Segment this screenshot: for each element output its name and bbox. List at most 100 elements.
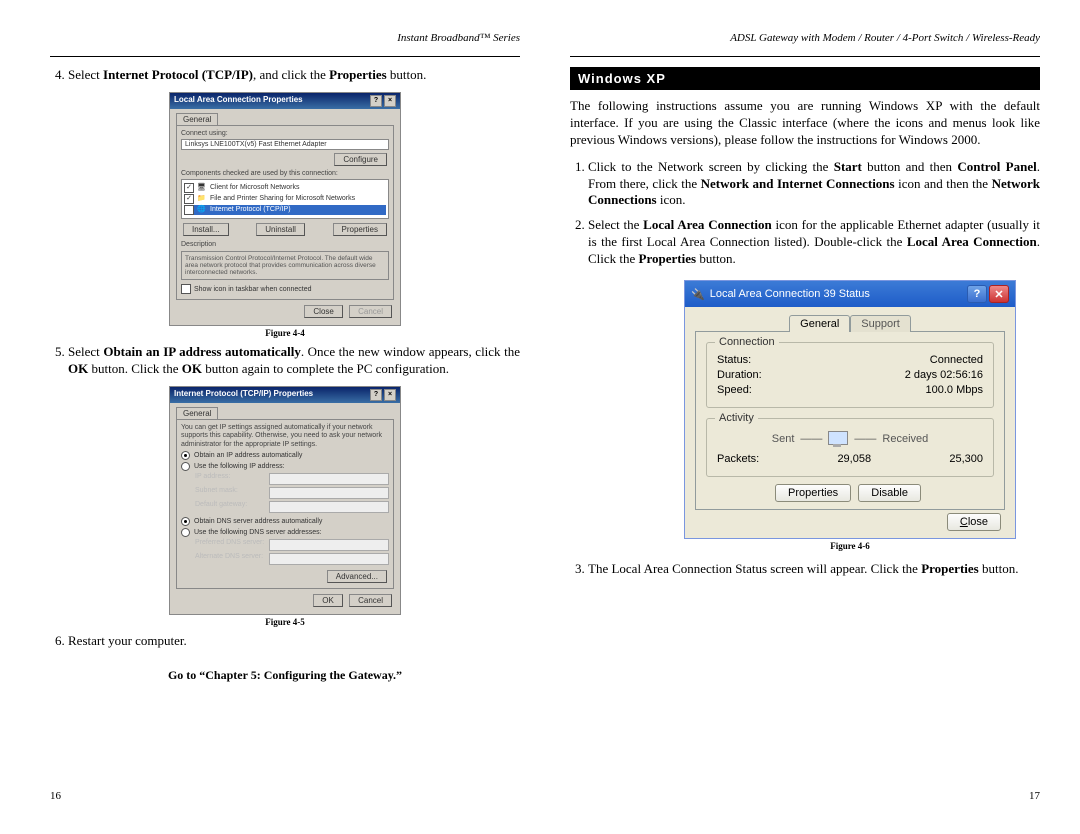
radio-use-ip[interactable]: Use the following IP address: — [181, 462, 389, 471]
t: OK — [68, 361, 88, 376]
steps-right: Click to the Network screen by clicking … — [588, 159, 1040, 268]
t: Start — [834, 159, 862, 174]
properties-button[interactable]: Properties — [775, 484, 851, 502]
field-adapter: Linksys LNE100TX(v5) Fast Ethernet Adapt… — [181, 139, 389, 150]
label-speed: Speed: — [717, 384, 752, 396]
page-number: 17 — [1029, 790, 1040, 802]
label-status: Status: — [717, 354, 751, 366]
t: Select — [68, 67, 103, 82]
t: Use the following IP address: — [194, 463, 285, 470]
t: Select the — [588, 217, 643, 232]
help-icon[interactable]: ? — [370, 389, 382, 401]
t: Internet Protocol (TCP/IP) — [210, 206, 291, 213]
t: button. — [387, 67, 427, 82]
checkbox-fileshare[interactable]: ✓📁File and Printer Sharing for Microsoft… — [184, 194, 386, 204]
cancel-button[interactable]: Cancel — [349, 594, 392, 607]
header-rule — [50, 56, 520, 57]
install-button[interactable]: Install... — [183, 223, 229, 236]
uninstall-button[interactable]: Uninstall — [256, 223, 305, 236]
radio-use-dns[interactable]: Use the following DNS server addresses: — [181, 528, 389, 537]
radio-obtain-ip[interactable]: Obtain an IP address automatically — [181, 451, 389, 460]
t: icon. — [657, 192, 686, 207]
configure-button[interactable]: Configure — [334, 153, 387, 166]
page-number: 16 — [50, 790, 61, 802]
t: , and click the — [253, 67, 329, 82]
t: Properties — [921, 561, 979, 576]
figure-4-4: Local Area Connection Properties ?× Gene… — [50, 92, 520, 338]
checkbox-client[interactable]: ✓🖥Client for Microsoft Networks — [184, 183, 386, 193]
label-subnet: Subnet mask: — [195, 487, 265, 499]
header-right: ADSL Gateway with Modem / Router / 4-Por… — [570, 32, 1040, 46]
input-gateway — [269, 501, 389, 513]
page-left: Instant Broadband™ Series Select Interne… — [50, 32, 520, 802]
close-button[interactable]: Close — [304, 305, 342, 318]
checkbox-tcpip[interactable]: ✓🌐Internet Protocol (TCP/IP) — [184, 205, 386, 215]
label-description: Description — [181, 241, 389, 248]
label-packets: Packets: — [717, 453, 759, 465]
t: button. — [696, 251, 736, 266]
dialog-title: Local Area Connection 39 Status — [710, 288, 870, 300]
label-connect-using: Connect using: — [181, 130, 389, 137]
label-sent: Sent — [772, 433, 795, 445]
group-activity: Activity Sent —— —— Received — [706, 418, 994, 477]
t: Properties — [329, 67, 387, 82]
label-components: Components checked are used by this conn… — [181, 170, 389, 177]
t: File and Printer Sharing for Microsoft N… — [210, 195, 355, 202]
t: . Once the new window appears, click the — [301, 344, 520, 359]
t: button again to complete the PC configur… — [202, 361, 449, 376]
group-connection: Connection Status:Connected Duration:2 d… — [706, 342, 994, 408]
t: Obtain an IP address automatically — [194, 452, 302, 459]
value-status: Connected — [930, 354, 983, 366]
group-title: Connection — [715, 336, 779, 348]
dialog-titlebar: 🔌 Local Area Connection 39 Status ? ✕ — [685, 281, 1015, 307]
tab-general[interactable]: General — [176, 113, 218, 125]
properties-button[interactable]: Properties — [333, 223, 387, 236]
label-received: Received — [882, 433, 928, 445]
dialog-tcpip-properties: Internet Protocol (TCP/IP) Properties ?×… — [169, 386, 401, 615]
label-gateway: Default gateway: — [195, 501, 265, 513]
ok-button[interactable]: OK — [313, 594, 343, 607]
section-heading: Windows XP — [570, 67, 1040, 90]
t: button and then — [862, 159, 957, 174]
close-icon[interactable]: × — [384, 95, 396, 107]
steps-left-2: Select Obtain an IP address automaticall… — [68, 344, 520, 378]
step-3: The Local Area Connection Status screen … — [588, 561, 1040, 578]
advanced-button[interactable]: Advanced... — [327, 570, 387, 583]
network-icon: 🔌 — [691, 288, 705, 301]
cancel-button: Cancel — [349, 305, 392, 318]
steps-right-2: The Local Area Connection Status screen … — [588, 561, 1040, 578]
close-icon[interactable]: × — [384, 389, 396, 401]
radio-obtain-dns[interactable]: Obtain DNS server address automatically — [181, 517, 389, 526]
intro-paragraph: The following instructions assume you ar… — [570, 98, 1040, 149]
checkbox-show-icon[interactable]: Show icon in taskbar when connected — [181, 284, 389, 294]
disable-button[interactable]: Disable — [858, 484, 921, 502]
figure-caption: Figure 4-6 — [660, 541, 1040, 551]
step-1: Click to the Network screen by clicking … — [588, 159, 1040, 210]
header-rule — [570, 56, 1040, 57]
client-icon: 🖥 — [197, 183, 207, 193]
steps-left-3: Restart your computer. — [68, 633, 520, 650]
label-duration: Duration: — [717, 369, 762, 381]
input-subnet — [269, 487, 389, 499]
t: button. — [979, 561, 1019, 576]
help-icon[interactable]: ? — [370, 95, 382, 107]
figure-4-6: 🔌 Local Area Connection 39 Status ? ✕ Ge… — [660, 280, 1040, 551]
tab-general[interactable]: General — [176, 407, 218, 419]
help-icon[interactable]: ? — [967, 285, 987, 303]
label-ip: IP address: — [195, 473, 265, 485]
label-dns2: Alternate DNS server: — [195, 553, 265, 565]
tab-support[interactable]: Support — [850, 315, 911, 332]
value-packets-recv: 25,300 — [949, 453, 983, 465]
close-button[interactable]: CCloselose — [947, 513, 1001, 531]
t: Network and Internet Connections — [701, 176, 895, 191]
group-title: Activity — [715, 412, 758, 424]
activity-icon — [828, 431, 848, 447]
goto-chapter: Go to “Chapter 5: Configuring the Gatewa… — [50, 668, 520, 683]
page-right: ADSL Gateway with Modem / Router / 4-Por… — [570, 32, 1040, 802]
t: icon and then the — [895, 176, 992, 191]
close-icon[interactable]: ✕ — [989, 285, 1009, 303]
tab-general[interactable]: General — [789, 315, 850, 332]
t: Use the following DNS server addresses: — [194, 529, 322, 536]
label-dns1: Preferred DNS server: — [195, 539, 265, 551]
t: The Local Area Connection Status screen … — [588, 561, 921, 576]
